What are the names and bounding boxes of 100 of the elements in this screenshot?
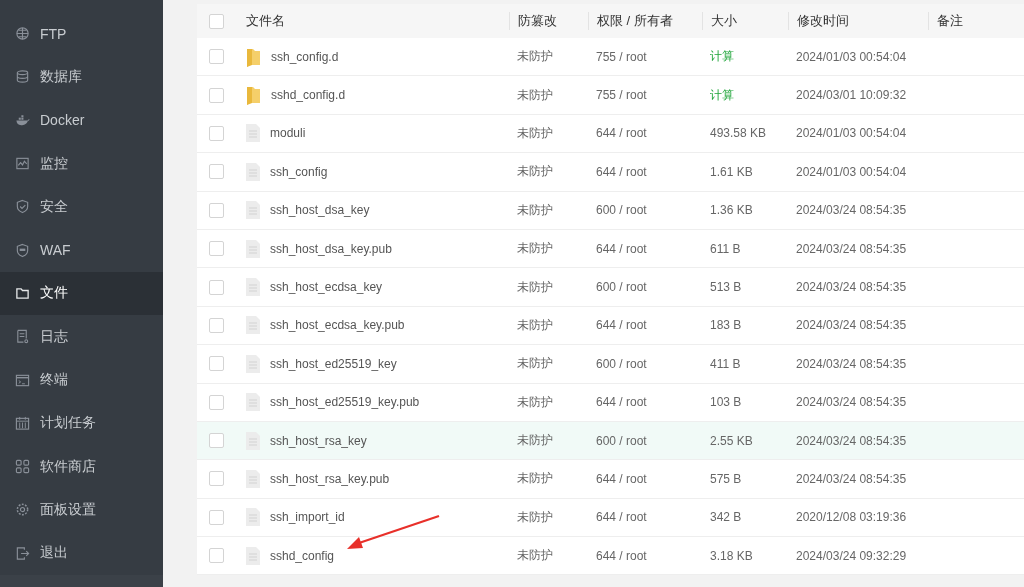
table-cell: 1.36 KB [710, 203, 753, 218]
table-cell: 611 B [710, 241, 741, 256]
sidebar-item[interactable]: 软件商店 [0, 444, 163, 489]
checkbox[interactable] [209, 164, 224, 180]
table-cell: 1.61 KB [710, 164, 753, 179]
column-header[interactable]: 文件名 [235, 12, 509, 30]
table-cell: 2024/03/24 08:54:35 [796, 395, 907, 410]
sidebar-item[interactable]: 监控 [0, 141, 163, 186]
file-name[interactable]: ssh_host_ed25519_key [270, 356, 397, 371]
column-header[interactable]: 防篡改 [509, 12, 588, 30]
table-cell: 未防护 [517, 548, 553, 563]
checkbox[interactable] [209, 279, 224, 295]
checkbox[interactable] [209, 317, 224, 333]
sidebar-item[interactable]: Docker [0, 98, 163, 142]
table-cell: 未防护 [517, 317, 553, 332]
table-cell: 183 B [710, 318, 742, 333]
grid-icon [15, 459, 30, 475]
table-cell: 644 / root [596, 126, 647, 141]
sidebar-item[interactable]: 退出 [0, 531, 163, 575]
file-name[interactable]: sshd_config.d [271, 88, 346, 103]
table-cell: 513 B [710, 280, 742, 295]
file-name[interactable]: ssh_host_ecdsa_key.pub [270, 318, 405, 333]
file-icon [246, 354, 260, 373]
logout-icon [15, 545, 30, 561]
file-name[interactable]: ssh_host_rsa_key [270, 433, 367, 448]
column-header[interactable]: 权限 / 所有者 [588, 12, 702, 30]
checkbox[interactable] [209, 13, 224, 29]
table-cell: 未防护 [517, 279, 553, 294]
file-name[interactable]: ssh_host_ed25519_key.pub [270, 395, 420, 410]
globe-icon [15, 26, 30, 42]
sidebar-item[interactable]: 计划任务 [0, 401, 163, 445]
column-header[interactable]: 大小 [702, 12, 788, 30]
table-cell: 未防护 [517, 202, 553, 217]
table-cell: 2020/12/08 03:19:36 [796, 510, 907, 525]
file-icon [246, 124, 260, 143]
table-cell: 2024/03/24 09:32:29 [796, 548, 907, 563]
table-cell: 3.18 KB [710, 548, 753, 563]
checkbox[interactable] [209, 471, 224, 487]
sidebar-item[interactable]: FTP [0, 12, 163, 56]
document-icon [15, 329, 30, 345]
table-cell: 644 / root [596, 510, 647, 525]
table-cell: 755 / root [596, 88, 647, 103]
checkbox[interactable] [209, 394, 224, 410]
table-cell: 755 / root [596, 49, 647, 64]
table-cell: 2.55 KB [710, 433, 753, 448]
checkbox[interactable] [209, 433, 224, 449]
table-cell: 600 / root [596, 280, 647, 295]
table-cell: 644 / root [596, 395, 647, 410]
sidebar-item[interactable]: 文件 [0, 271, 163, 316]
file-name[interactable]: ssh_host_rsa_key.pub [270, 472, 390, 486]
shield-icon [15, 242, 30, 258]
table-cell: 103 B [710, 395, 742, 410]
checkbox[interactable] [209, 356, 224, 372]
table-cell: 644 / root [596, 164, 647, 179]
table-cell: 2024/01/03 00:54:04 [796, 164, 907, 179]
file-name[interactable]: ssh_host_ecdsa_key [270, 280, 383, 295]
sidebar-item[interactable]: 终端 [0, 358, 163, 402]
file-icon [246, 546, 260, 565]
file-name[interactable]: moduli [270, 126, 306, 141]
file-name[interactable]: ssh_host_dsa_key.pub [270, 241, 392, 256]
column-header[interactable]: 修改时间 [788, 12, 928, 30]
table-cell: 未防护 [517, 356, 553, 371]
table-cell: 未防护 [517, 49, 553, 64]
checkbox[interactable] [209, 241, 224, 257]
table-cell: 未防护 [517, 164, 553, 179]
file-name[interactable]: ssh_host_dsa_key [270, 203, 370, 218]
table-cell: 未防护 [517, 394, 553, 409]
file-icon [246, 470, 260, 488]
table-cell: 644 / root [596, 472, 647, 486]
table-cell: 2024/03/24 08:54:35 [796, 356, 907, 371]
file-name[interactable]: ssh_config.d [271, 49, 339, 64]
checkbox[interactable] [209, 125, 224, 141]
sidebar-item[interactable]: 日志 [0, 315, 163, 359]
sidebar-item[interactable]: 数据库 [0, 55, 163, 99]
checkbox[interactable] [209, 509, 224, 525]
table-cell: 411 B [710, 356, 741, 371]
shield-icon [15, 199, 30, 215]
checkbox[interactable] [209, 49, 224, 65]
table-cell: 342 B [710, 510, 742, 525]
file-name[interactable]: sshd_config [270, 548, 335, 563]
file-icon [246, 162, 260, 181]
table-cell: 600 / root [596, 356, 647, 371]
folder-icon [15, 285, 30, 301]
column-header[interactable]: 备注 [928, 12, 1024, 30]
settings-icon [15, 502, 30, 518]
sidebar-item[interactable]: WAF [0, 228, 163, 272]
checkbox[interactable] [209, 202, 224, 218]
chart-icon [15, 156, 30, 172]
checkbox[interactable] [209, 87, 224, 103]
file-icon [246, 239, 260, 258]
table-cell: 未防护 [517, 125, 553, 140]
sidebar-item[interactable]: 面板设置 [0, 488, 163, 532]
file-name[interactable]: ssh_config [270, 164, 328, 179]
table-cell: 2024/03/24 08:54:35 [796, 280, 907, 295]
table-cell: 未防护 [517, 433, 553, 448]
file-name[interactable]: ssh_import_id [270, 510, 345, 525]
table-cell: 未防护 [517, 87, 553, 102]
checkbox[interactable] [209, 548, 224, 564]
table-cell: 2024/03/24 08:54:35 [796, 433, 907, 448]
sidebar-item[interactable]: 安全 [0, 185, 163, 229]
